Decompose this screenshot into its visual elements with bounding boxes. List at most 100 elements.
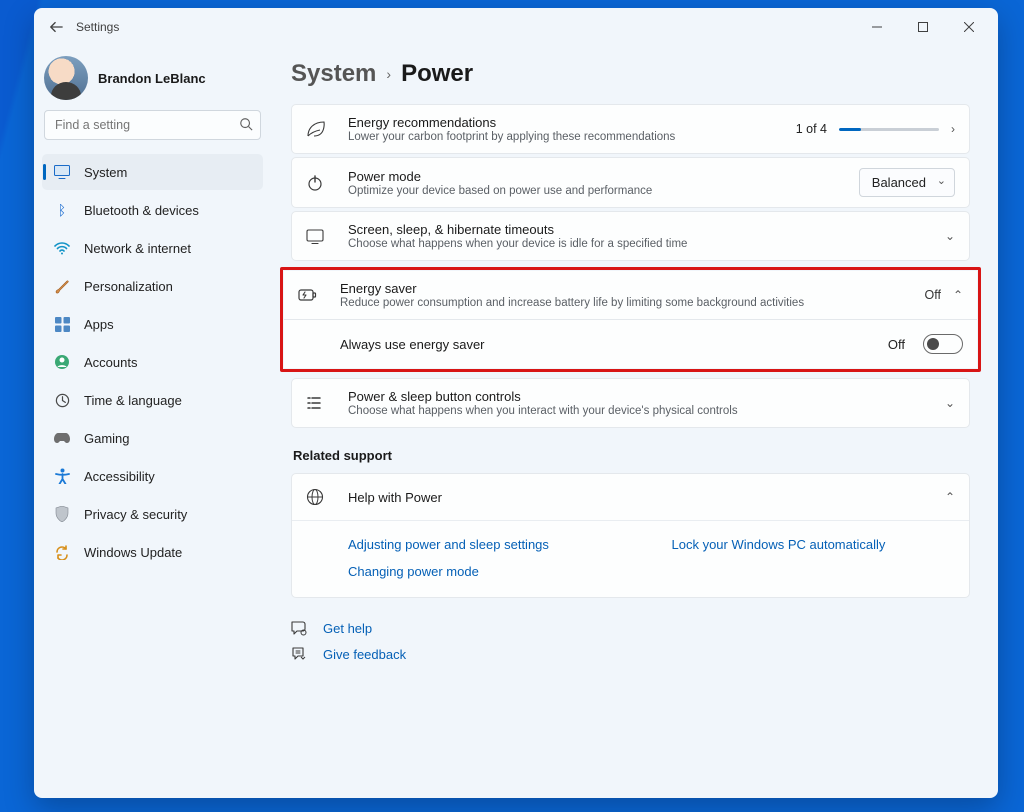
highlighted-section: Energy saver Reduce power consumption an… — [280, 267, 981, 372]
sidebar-item-label: System — [84, 165, 127, 180]
card-title: Power mode — [348, 169, 841, 184]
sidebar-item-label: Privacy & security — [84, 507, 187, 522]
breadcrumb: System › Power — [291, 52, 970, 104]
profile[interactable]: Brandon LeBlanc — [42, 48, 263, 102]
close-icon — [964, 22, 974, 32]
sidebar-item-label: Accounts — [84, 355, 137, 370]
chevron-down-icon: ⌄ — [945, 396, 955, 410]
give-feedback-link[interactable]: Give feedback — [291, 646, 970, 662]
minimize-icon — [872, 22, 882, 32]
related-support-heading: Related support — [293, 448, 970, 463]
sidebar-item-accessibility[interactable]: Accessibility — [42, 458, 263, 494]
avatar — [44, 56, 88, 100]
brush-icon — [54, 278, 70, 294]
card-subtitle: Choose what happens when you interact wi… — [348, 405, 927, 417]
toggle-state-label: Off — [888, 337, 905, 352]
sub-label: Always use energy saver — [340, 337, 870, 352]
counter-label: 1 of 4 — [796, 122, 827, 136]
support-link[interactable]: Lock your Windows PC automatically — [672, 537, 956, 552]
card-energy-recommendations[interactable]: Energy recommendations Lower your carbon… — [291, 104, 970, 154]
energy-saver-toggle[interactable] — [923, 334, 963, 354]
sidebar-item-label: Gaming — [84, 431, 130, 446]
sidebar-item-label: Accessibility — [84, 469, 155, 484]
card-screen-sleep[interactable]: Screen, sleep, & hibernate timeouts Choo… — [291, 211, 970, 261]
minimize-button[interactable] — [854, 12, 900, 42]
sidebar-item-gaming[interactable]: Gaming — [42, 420, 263, 456]
sidebar: Brandon LeBlanc System ᛒ Bluetooth & dev… — [34, 46, 267, 798]
sidebar-item-network[interactable]: Network & internet — [42, 230, 263, 266]
sidebar-item-apps[interactable]: Apps — [42, 306, 263, 342]
card-title: Screen, sleep, & hibernate timeouts — [348, 222, 927, 237]
screen-icon — [306, 229, 330, 244]
chevron-right-icon: › — [951, 122, 955, 136]
system-icon — [54, 164, 70, 180]
sidebar-item-label: Network & internet — [84, 241, 191, 256]
sidebar-item-system[interactable]: System — [42, 154, 263, 190]
card-subtitle: Choose what happens when your device is … — [348, 238, 927, 250]
power-icon — [306, 174, 330, 192]
energy-saver-icon — [298, 287, 322, 303]
main-content: System › Power Energy recommendations Lo… — [267, 46, 998, 798]
chevron-right-icon: › — [386, 66, 391, 82]
support-card: Help with Power ⌃ Adjusting power and sl… — [291, 473, 970, 598]
leaf-icon — [306, 120, 330, 138]
sidebar-item-update[interactable]: Windows Update — [42, 534, 263, 570]
chevron-up-icon: ⌃ — [945, 490, 955, 504]
power-mode-dropdown[interactable]: Balanced — [859, 168, 955, 197]
card-title: Power & sleep button controls — [348, 389, 927, 404]
wifi-icon — [54, 240, 70, 256]
card-power-mode: Power mode Optimize your device based on… — [291, 157, 970, 208]
page-title: Power — [401, 60, 473, 88]
card-subtitle: Optimize your device based on power use … — [348, 185, 841, 197]
card-subtitle: Lower your carbon footprint by applying … — [348, 131, 778, 143]
sidebar-item-label: Personalization — [84, 279, 173, 294]
card-energy-saver[interactable]: Energy saver Reduce power consumption an… — [284, 271, 977, 319]
list-icon — [306, 395, 330, 411]
sidebar-item-privacy[interactable]: Privacy & security — [42, 496, 263, 532]
sidebar-item-time[interactable]: Time & language — [42, 382, 263, 418]
card-title: Energy saver — [340, 281, 906, 296]
help-icon — [291, 620, 309, 636]
profile-name: Brandon LeBlanc — [98, 71, 206, 86]
update-icon — [54, 544, 70, 560]
sidebar-item-accounts[interactable]: Accounts — [42, 344, 263, 380]
titlebar: Settings — [34, 8, 998, 46]
energy-saver-state: Off — [924, 288, 940, 302]
progress-bar — [839, 128, 939, 131]
window-title: Settings — [72, 20, 119, 34]
chevron-up-icon: ⌃ — [953, 288, 963, 302]
sidebar-item-label: Time & language — [84, 393, 182, 408]
maximize-icon — [918, 22, 928, 32]
clock-icon — [54, 392, 70, 408]
globe-help-icon — [306, 488, 330, 506]
sidebar-item-label: Windows Update — [84, 545, 182, 560]
card-power-button-controls[interactable]: Power & sleep button controls Choose wha… — [291, 378, 970, 428]
feedback-icon — [291, 646, 309, 662]
back-button[interactable] — [40, 12, 72, 42]
support-title: Help with Power — [348, 490, 927, 505]
maximize-button[interactable] — [900, 12, 946, 42]
sidebar-item-bluetooth[interactable]: ᛒ Bluetooth & devices — [42, 192, 263, 228]
sidebar-item-label: Apps — [84, 317, 114, 332]
bluetooth-icon: ᛒ — [54, 202, 70, 218]
search-icon — [239, 117, 253, 131]
card-subtitle: Reduce power consumption and increase ba… — [340, 297, 906, 309]
support-link[interactable]: Adjusting power and sleep settings — [348, 537, 632, 552]
get-help-link[interactable]: Get help — [291, 620, 970, 636]
nav: System ᛒ Bluetooth & devices Network & i… — [42, 154, 263, 570]
search-input[interactable] — [44, 110, 261, 140]
close-button[interactable] — [946, 12, 992, 42]
shield-icon — [54, 506, 70, 522]
arrow-left-icon — [49, 20, 63, 34]
breadcrumb-parent[interactable]: System — [291, 60, 376, 88]
sub-always-use-energy-saver: Always use energy saver Off — [284, 319, 977, 368]
gaming-icon — [54, 430, 70, 446]
accessibility-icon — [54, 468, 70, 484]
support-head[interactable]: Help with Power ⌃ — [292, 474, 969, 520]
chevron-down-icon: ⌄ — [945, 229, 955, 243]
search-box — [44, 110, 261, 140]
sidebar-item-label: Bluetooth & devices — [84, 203, 199, 218]
sidebar-item-personalization[interactable]: Personalization — [42, 268, 263, 304]
support-link[interactable]: Changing power mode — [348, 564, 632, 579]
apps-icon — [54, 316, 70, 332]
